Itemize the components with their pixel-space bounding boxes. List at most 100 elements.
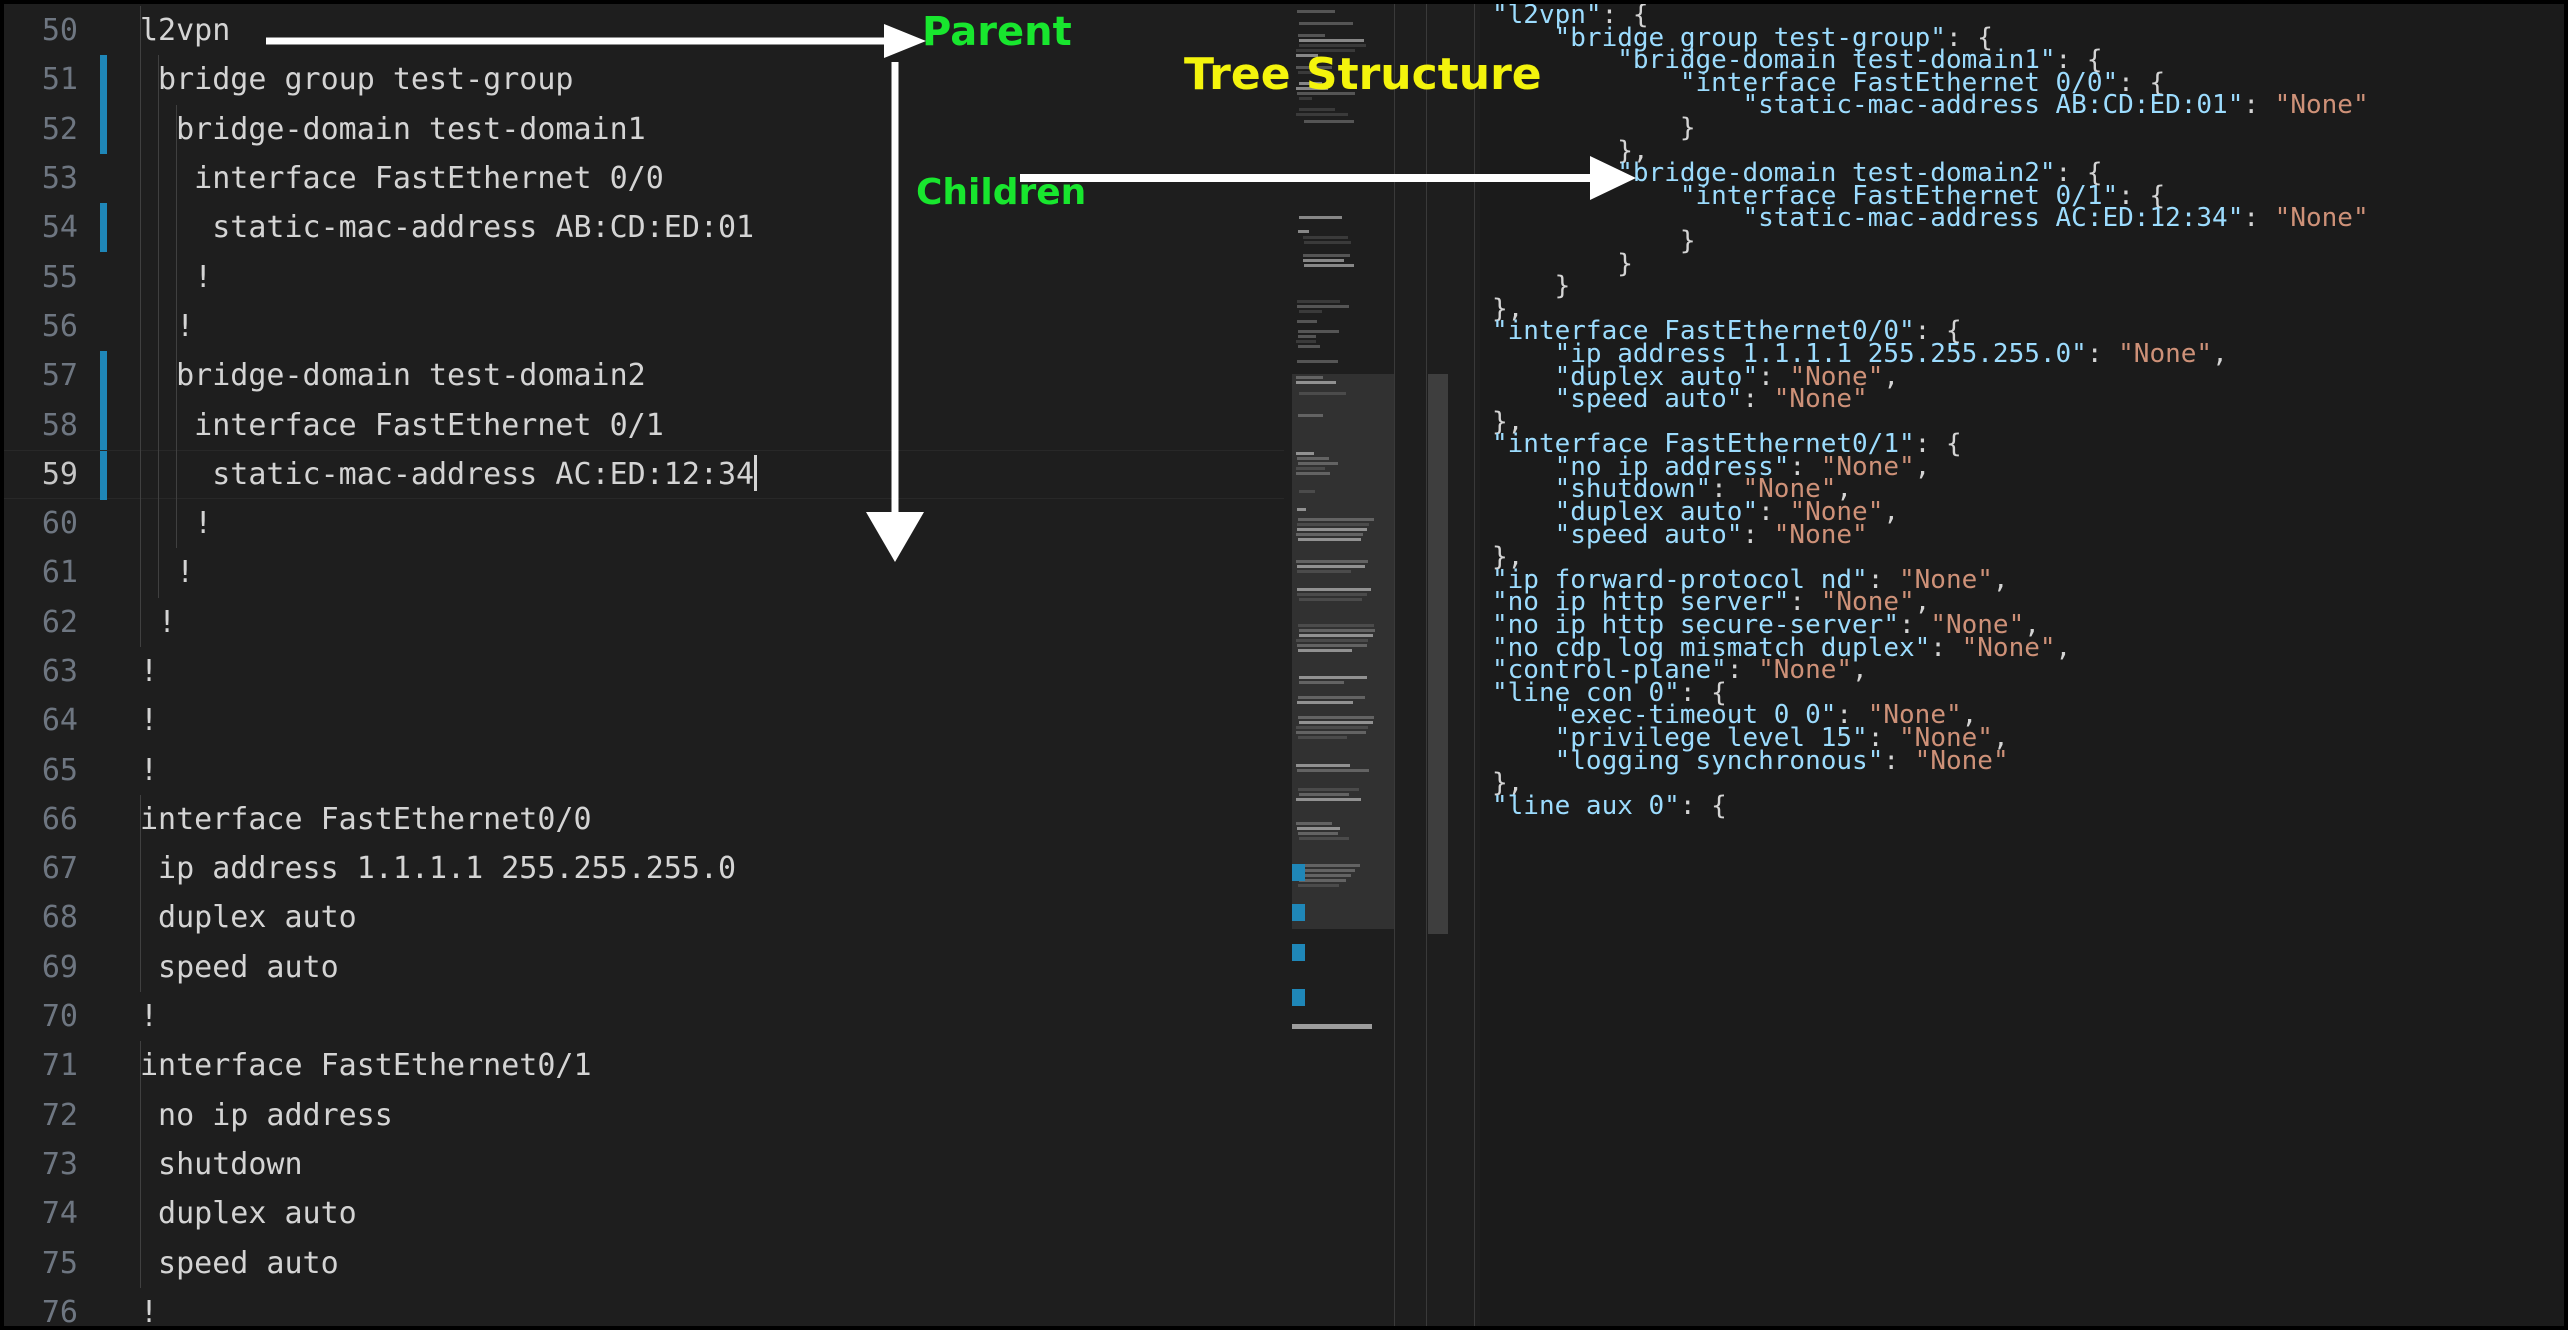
code-line[interactable]: 56 ! — [4, 302, 1284, 351]
pane-divider — [1474, 4, 1475, 1326]
code-line[interactable]: 70! — [4, 992, 1284, 1041]
code-line[interactable]: 57 bridge-domain test-domain2 — [4, 351, 1284, 401]
json-value: "None" — [2274, 203, 2369, 234]
minimap-text-line — [1299, 310, 1323, 313]
line-number: 71 — [41, 1048, 78, 1084]
code-line[interactable]: 74 duplex auto — [4, 1189, 1284, 1238]
minimap-text-line — [1297, 320, 1317, 323]
line-number: 60 — [41, 506, 78, 542]
json-key: "logging synchronous" — [1554, 745, 1884, 776]
json-value: "None" — [1773, 519, 1868, 550]
code-text: interface FastEthernet 0/0 — [140, 161, 664, 197]
code-line[interactable]: 75 speed auto — [4, 1238, 1284, 1287]
line-number: 61 — [41, 555, 78, 591]
minimap-text-line — [1304, 264, 1355, 267]
json-value: "None" — [2274, 90, 2369, 121]
minimap-text-line — [1299, 44, 1366, 47]
line-number: 64 — [41, 703, 78, 739]
json-punctuation: : — [1930, 632, 1962, 663]
code-line[interactable]: 68 duplex auto — [4, 893, 1284, 942]
json-line: } — [1480, 273, 2564, 299]
code-line[interactable]: 76! — [4, 1288, 1284, 1326]
code-text: ! — [140, 555, 195, 591]
code-text: speed auto — [140, 1245, 339, 1281]
code-line[interactable]: 64! — [4, 696, 1284, 745]
json-punctuation: , — [1883, 361, 1900, 392]
code-line[interactable]: 63! — [4, 647, 1284, 696]
code-line[interactable]: 59 static-mac-address AC:ED:12:34 — [4, 449, 1284, 500]
json-key: "speed auto" — [1554, 384, 1743, 415]
scrollbar-divider — [1426, 4, 1427, 1326]
json-punctuation: , — [1852, 655, 1868, 686]
code-line[interactable]: 50 l2vpn — [4, 6, 1284, 55]
annotation-parent-label: Parent — [922, 9, 1072, 55]
code-text: bridge-domain test-domain1 — [140, 111, 646, 147]
json-line: "speed auto": "None" — [1480, 522, 2564, 548]
line-number: 65 — [41, 752, 78, 788]
code-line[interactable]: 55 ! — [4, 252, 1284, 301]
code-lines-container[interactable]: 50 l2vpn 51 bridge group test-group 52 brid… — [4, 4, 1284, 1326]
code-text: bridge-domain test-domain2 — [140, 358, 646, 394]
code-text: static-mac-address AC:ED:12:34 — [96, 450, 758, 499]
code-line[interactable]: 60 ! — [4, 499, 1284, 548]
indent-guide — [176, 351, 178, 549]
minimap-text-line — [1297, 360, 1339, 363]
json-key: "static-mac-address AB:CD:ED:01" — [1742, 90, 2244, 121]
code-editor-pane[interactable]: 50 l2vpn 51 bridge group test-group 52 brid… — [4, 4, 1474, 1326]
minimap-text-line — [1304, 120, 1355, 123]
minimap-text-line — [1298, 345, 1320, 348]
code-text: ! — [140, 654, 159, 689]
code-text: ! — [140, 752, 159, 788]
code-line[interactable]: 52 bridge-domain test-domain1 — [4, 104, 1284, 154]
code-line[interactable]: 54 static-mac-address AB:CD:ED:01 — [4, 203, 1284, 253]
code-line[interactable]: 66 interface FastEthernet0/0 — [4, 795, 1284, 844]
line-number: 70 — [41, 999, 78, 1035]
minimap-viewport-slider[interactable] — [1292, 374, 1394, 929]
editor-vertical-scrollbar[interactable] — [1428, 4, 1448, 1326]
json-output-pane[interactable]: "l2vpn": { "bridge group test-group": { … — [1480, 4, 2564, 1326]
json-punctuation: , — [1992, 564, 2009, 595]
line-number: 50 — [41, 13, 78, 49]
minimap-text-line — [1297, 305, 1350, 308]
code-line[interactable]: 62 ! — [4, 598, 1284, 647]
json-key: "line aux 0" — [1492, 790, 1680, 821]
code-line[interactable]: 65! — [4, 745, 1284, 794]
code-line[interactable]: 61 ! — [4, 548, 1284, 597]
code-line[interactable]: 73 shutdown — [4, 1140, 1284, 1189]
code-text: interface FastEthernet0/1 — [140, 1048, 592, 1084]
minimap-change-marker — [1292, 944, 1305, 961]
code-line[interactable]: 67 ip address 1.1.1.1 255.255.255.0 — [4, 844, 1284, 893]
scrollbar-thumb[interactable] — [1428, 374, 1448, 934]
json-value: "None" — [1961, 632, 2056, 663]
line-number: 62 — [41, 604, 78, 640]
code-line[interactable]: 53 interface FastEthernet 0/0 — [4, 154, 1284, 203]
code-line[interactable]: 58 interface FastEthernet 0/1 — [4, 400, 1284, 450]
line-number: 68 — [41, 900, 78, 936]
code-line[interactable]: 71 interface FastEthernet0/1 — [4, 1041, 1284, 1090]
json-punctuation: : { — [1679, 790, 1727, 821]
code-line[interactable]: 72 no ip address — [4, 1091, 1284, 1140]
code-text: duplex auto — [140, 900, 357, 936]
json-punctuation: } — [1554, 271, 1571, 302]
code-line[interactable]: 69 speed auto — [4, 943, 1284, 992]
line-number: 58 — [41, 407, 78, 443]
code-text: interface FastEthernet 0/1 — [140, 407, 664, 443]
line-number: 56 — [41, 308, 78, 344]
editor-minimap[interactable] — [1292, 4, 1394, 1326]
json-line: "speed auto": "None" — [1480, 386, 2564, 412]
json-punctuation: , — [1914, 451, 1931, 482]
json-punctuation: : — [1742, 519, 1774, 550]
json-line: "line aux 0": { — [1480, 793, 2564, 819]
json-punctuation: , — [2055, 632, 2072, 663]
minimap-text-line — [1298, 230, 1309, 233]
code-line[interactable]: 51 bridge group test-group — [4, 55, 1284, 105]
line-number: 52 — [41, 111, 78, 147]
minimap-text-line — [1296, 340, 1316, 343]
code-text: interface FastEthernet0/0 — [140, 801, 592, 837]
line-number: 73 — [41, 1146, 78, 1182]
line-number: 72 — [41, 1097, 78, 1133]
json-key: "static-mac-address AC:ED:12:34" — [1742, 203, 2244, 234]
line-number: 59 — [41, 456, 78, 492]
minimap-text-line — [1304, 241, 1351, 244]
json-value: "None" — [1914, 745, 2009, 776]
